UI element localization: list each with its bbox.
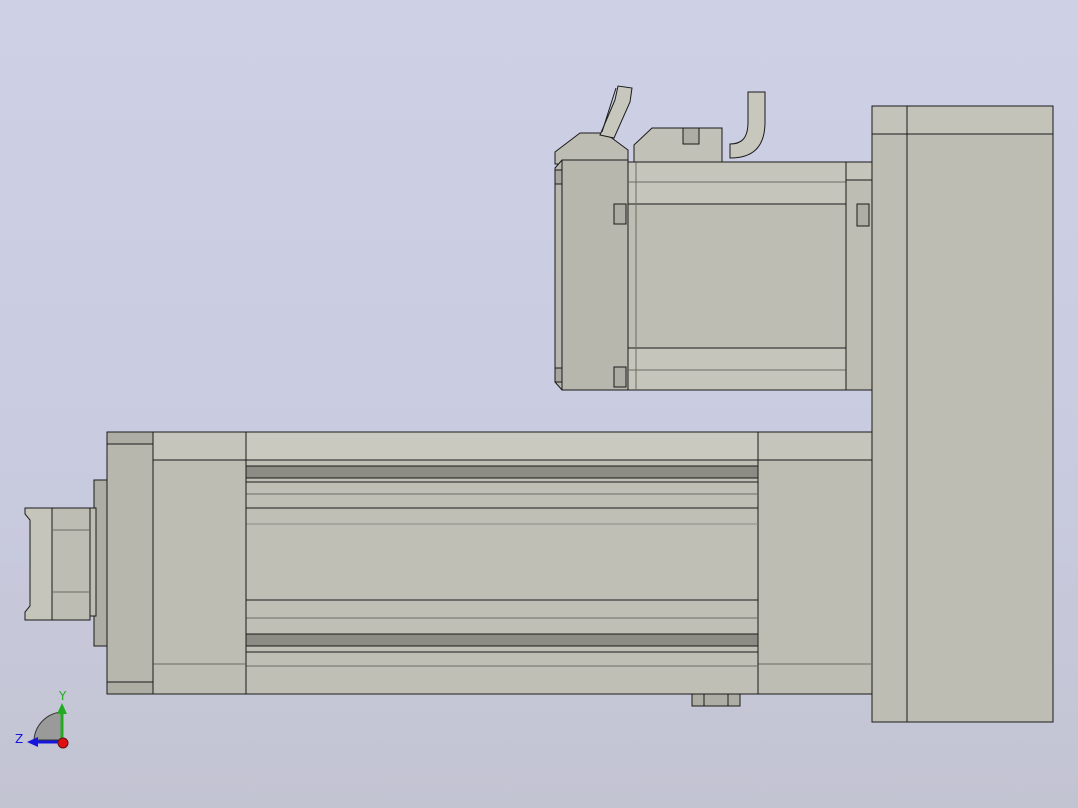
cad-viewport[interactable]: Y Z (0, 0, 1078, 808)
y-axis-label: Y (59, 689, 67, 703)
actuator-rear-block (757, 431, 873, 695)
rod-end (24, 479, 108, 647)
actuator-tube (245, 431, 759, 707)
z-axis-label: Z (15, 732, 24, 746)
servo-motor (554, 85, 873, 391)
belt-housing (871, 105, 1054, 723)
actuator-model (24, 85, 1054, 749)
front-cover (106, 431, 247, 695)
orientation-triad (27, 703, 69, 749)
